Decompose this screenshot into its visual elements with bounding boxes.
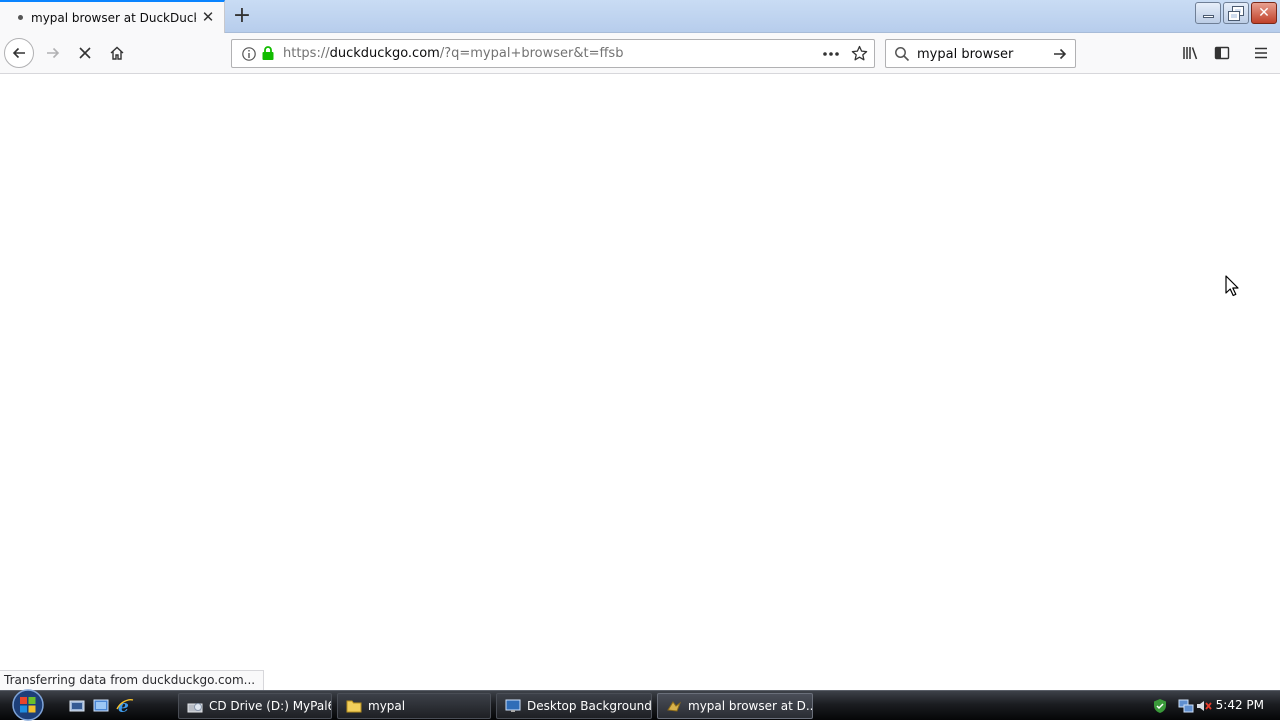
start-orb-icon[interactable] xyxy=(6,687,46,723)
internet-explorer-icon[interactable]: e xyxy=(116,697,134,715)
forward-arrow-icon xyxy=(47,47,60,59)
window-controls: ✕ xyxy=(1193,2,1277,24)
mypal-browser-icon xyxy=(667,701,682,712)
volume-muted-icon[interactable] xyxy=(1196,698,1212,714)
search-bar[interactable] xyxy=(885,39,1076,68)
clock[interactable]: 5:42 PM xyxy=(1216,698,1264,712)
minimize-icon xyxy=(1203,15,1214,18)
menu-button[interactable] xyxy=(1246,38,1276,68)
taskbar-item-label: CD Drive (D:) MyPal68 xyxy=(209,699,332,713)
sidebar-button[interactable] xyxy=(1207,38,1237,68)
hamburger-menu-icon xyxy=(1255,47,1267,59)
taskbar-item-label: mypal xyxy=(368,699,406,713)
url-protocol: https:// xyxy=(283,46,330,61)
stop-icon xyxy=(79,47,91,59)
system-tray: 5:42 PM xyxy=(1140,691,1280,721)
minimize-button[interactable] xyxy=(1195,2,1221,24)
url-path: /?q=mypal+browser&t=ffsb xyxy=(439,46,624,61)
taskbar: e CD Drive (D:) MyPal68 mypal Desktop Ba… xyxy=(0,687,1280,723)
restore-button[interactable] xyxy=(1223,2,1249,24)
back-arrow-icon xyxy=(12,47,25,59)
taskbar-item-mypal-browser[interactable]: mypal browser at D... xyxy=(657,693,813,719)
home-button[interactable] xyxy=(102,38,132,68)
taskbar-item-label: mypal browser at D... xyxy=(688,699,813,713)
cd-drive-icon xyxy=(187,703,203,713)
page-content xyxy=(0,74,1280,670)
tab-active[interactable]: mypal browser at DuckDuckGo ✕ xyxy=(0,0,225,33)
display-settings-icon xyxy=(505,699,521,712)
close-icon: ✕ xyxy=(1258,5,1270,21)
url-host: duckduckgo.com xyxy=(329,46,440,61)
taskbar-item-mypal-folder[interactable]: mypal xyxy=(337,693,491,719)
navigation-bar: https://duckduckgo.com/?q=mypal+browser&… xyxy=(0,33,1280,74)
tab-strip: mypal browser at DuckDuckGo ✕ + ✕ xyxy=(0,0,1280,33)
tab-title: mypal browser at DuckDuckGo xyxy=(31,10,196,25)
stop-button[interactable] xyxy=(70,38,100,68)
url-bar[interactable]: https://duckduckgo.com/?q=mypal+browser&… xyxy=(231,39,875,68)
search-go-arrow-icon[interactable] xyxy=(1052,46,1068,62)
library-button[interactable] xyxy=(1176,38,1206,68)
info-icon[interactable] xyxy=(241,46,257,62)
show-desktop-icon[interactable] xyxy=(68,697,86,715)
network-icon[interactable] xyxy=(1178,698,1194,714)
security-shield-icon[interactable] xyxy=(1152,698,1168,714)
restore-icon-back xyxy=(1228,11,1240,21)
search-icon xyxy=(895,47,910,62)
back-button[interactable] xyxy=(4,38,34,68)
forward-button[interactable] xyxy=(38,38,68,68)
url-text: https://duckduckgo.com/?q=mypal+browser&… xyxy=(283,46,623,61)
sidebar-icon xyxy=(1214,46,1230,60)
loading-dot-icon xyxy=(18,15,23,20)
home-icon xyxy=(110,46,124,60)
taskbar-item-label: Desktop Background xyxy=(527,699,652,713)
mouse-cursor-icon xyxy=(1225,275,1239,297)
library-icon xyxy=(1183,47,1198,60)
taskbar-item-cd-drive[interactable]: CD Drive (D:) MyPal68 xyxy=(178,693,332,719)
switch-windows-icon[interactable] xyxy=(92,697,110,715)
folder-icon xyxy=(346,700,362,713)
window-close-button[interactable]: ✕ xyxy=(1251,2,1277,24)
bookmark-star-icon[interactable] xyxy=(851,45,868,62)
new-tab-button[interactable]: + xyxy=(228,2,256,30)
search-input[interactable] xyxy=(917,45,1047,63)
page-actions-icon[interactable] xyxy=(822,46,840,62)
lock-icon[interactable] xyxy=(261,45,275,61)
taskbar-item-desktop-background[interactable]: Desktop Background xyxy=(496,693,652,719)
back-button-frame xyxy=(4,38,34,68)
tab-close-icon[interactable]: ✕ xyxy=(200,9,216,25)
